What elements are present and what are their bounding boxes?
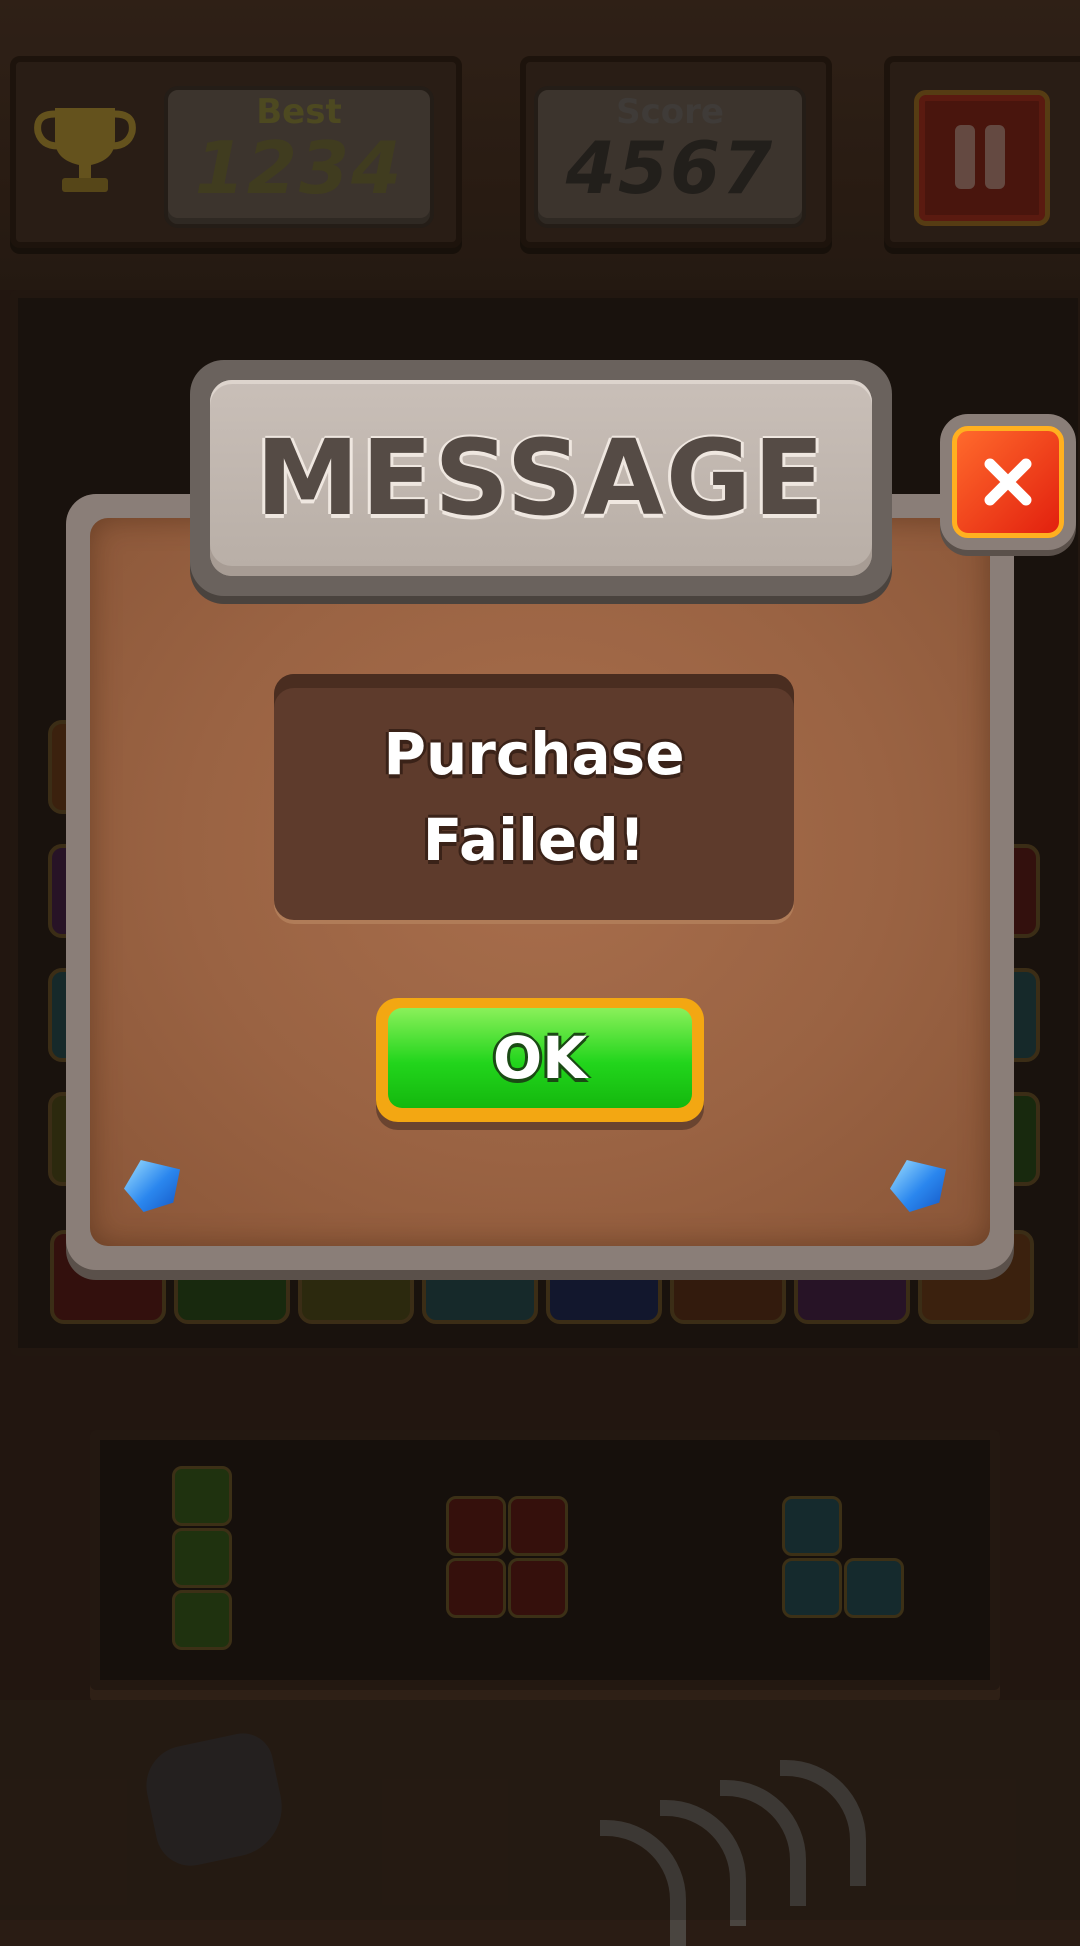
dialog-title: MESSAGE xyxy=(255,417,827,539)
message-text: Purchase Failed! xyxy=(274,674,794,920)
ok-button[interactable]: OK xyxy=(376,998,704,1122)
close-button[interactable] xyxy=(940,414,1076,550)
message-line-1: Purchase xyxy=(383,720,685,788)
ok-button-label: OK xyxy=(388,1008,692,1108)
close-icon xyxy=(952,426,1064,538)
message-line-2: Failed! xyxy=(422,806,646,874)
